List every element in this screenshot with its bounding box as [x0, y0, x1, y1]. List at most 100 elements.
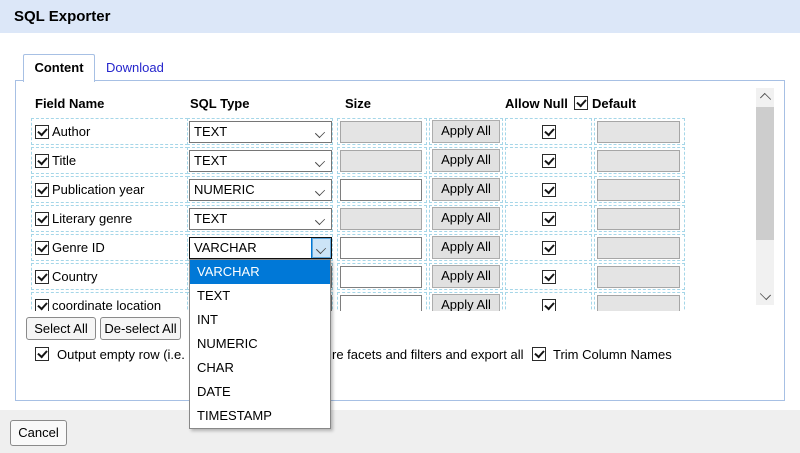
- size-input[interactable]: [340, 121, 422, 143]
- allow-null-cell: [505, 118, 592, 145]
- field-checkbox[interactable]: [35, 212, 49, 226]
- size-input[interactable]: [340, 237, 422, 259]
- field-checkbox[interactable]: [35, 154, 49, 168]
- size-cell: [337, 118, 427, 145]
- allow-null-checkbox[interactable]: [542, 241, 556, 255]
- size-cell: [337, 292, 427, 311]
- sql-type-select[interactable]: VARCHAR: [189, 237, 332, 259]
- chevron-down-icon: [315, 156, 325, 166]
- field-checkbox[interactable]: [35, 241, 49, 255]
- sql-type-select[interactable]: TEXT: [189, 121, 332, 143]
- allow-null-checkbox[interactable]: [542, 212, 556, 226]
- sql-exporter-dialog: SQL Exporter Content Download Field Name…: [0, 0, 800, 453]
- apply-all-button[interactable]: Apply All: [432, 294, 500, 311]
- allow-null-checkbox[interactable]: [542, 125, 556, 139]
- sql-type-cell: NUMERIC: [187, 176, 333, 203]
- apply-cell: Apply All: [429, 263, 503, 290]
- size-input[interactable]: [340, 295, 422, 312]
- apply-cell: Apply All: [429, 234, 503, 261]
- size-input[interactable]: [340, 208, 422, 230]
- vertical-scrollbar[interactable]: [756, 88, 774, 305]
- allow-null-checkbox[interactable]: [542, 183, 556, 197]
- table-row: Literary genre TEXT Apply All: [21, 204, 755, 233]
- cancel-button[interactable]: Cancel: [10, 420, 67, 446]
- dropdown-option[interactable]: CHAR: [190, 356, 330, 380]
- column-header-size: Size: [345, 96, 371, 111]
- output-empty-row-label-left: Output empty row (i.e.: [57, 347, 185, 362]
- default-cell: [594, 205, 685, 232]
- allow-null-checkbox[interactable]: [542, 270, 556, 284]
- output-empty-row-label-right: re facets and filters and export all: [332, 347, 524, 362]
- table-row: Genre ID VARCHAR Apply All: [21, 233, 755, 262]
- default-all-checkbox[interactable]: [574, 96, 588, 110]
- allow-null-cell: [505, 176, 592, 203]
- dropdown-option[interactable]: VARCHAR: [190, 260, 330, 284]
- output-empty-row-checkbox[interactable]: [35, 347, 49, 361]
- default-input[interactable]: [597, 208, 680, 230]
- default-cell: [594, 176, 685, 203]
- apply-cell: Apply All: [429, 205, 503, 232]
- field-name-cell: Country: [31, 263, 188, 290]
- tab-content[interactable]: Content: [23, 54, 95, 82]
- footer-bar: [0, 410, 800, 453]
- column-header-sql-type: SQL Type: [190, 96, 249, 111]
- dropdown-option[interactable]: TIMESTAMP: [190, 404, 330, 428]
- deselect-all-button[interactable]: De-select All: [100, 317, 181, 340]
- chevron-down-icon: [315, 185, 325, 195]
- apply-all-button[interactable]: Apply All: [432, 207, 500, 230]
- chevron-down-icon: [315, 214, 325, 224]
- default-cell: [594, 118, 685, 145]
- chevron-down-icon[interactable]: [760, 289, 771, 300]
- field-name-label: Title: [52, 153, 76, 168]
- column-header-field-name: Field Name: [35, 96, 104, 111]
- dropdown-option[interactable]: DATE: [190, 380, 330, 404]
- default-input[interactable]: [597, 266, 680, 288]
- size-cell: [337, 205, 427, 232]
- default-input[interactable]: [597, 121, 680, 143]
- sql-type-select[interactable]: TEXT: [189, 208, 332, 230]
- size-input[interactable]: [340, 150, 422, 172]
- apply-all-button[interactable]: Apply All: [432, 149, 500, 172]
- rows-viewport: Author TEXT Apply All: [21, 117, 755, 311]
- column-header-allow-null: Allow Null: [505, 96, 568, 111]
- field-checkbox[interactable]: [35, 270, 49, 284]
- trim-column-names-label: Trim Column Names: [553, 347, 672, 362]
- select-all-button[interactable]: Select All: [26, 317, 96, 340]
- sql-type-value: TEXT: [194, 124, 227, 139]
- field-name-cell: Author: [31, 118, 188, 145]
- allow-null-cell: [505, 263, 592, 290]
- allow-null-checkbox[interactable]: [542, 299, 556, 312]
- scrollbar-thumb[interactable]: [756, 107, 774, 240]
- table-row: Country Apply All: [21, 262, 755, 291]
- field-checkbox[interactable]: [35, 299, 49, 312]
- default-input[interactable]: [597, 179, 680, 201]
- apply-all-button[interactable]: Apply All: [432, 178, 500, 201]
- apply-cell: Apply All: [429, 118, 503, 145]
- dropdown-option[interactable]: TEXT: [190, 284, 330, 308]
- size-input[interactable]: [340, 179, 422, 201]
- dropdown-option[interactable]: INT: [190, 308, 330, 332]
- size-cell: [337, 176, 427, 203]
- allow-null-cell: [505, 292, 592, 311]
- sql-type-cell: TEXT: [187, 147, 333, 174]
- sql-type-value: TEXT: [194, 211, 227, 226]
- field-checkbox[interactable]: [35, 125, 49, 139]
- tab-download[interactable]: Download: [106, 60, 164, 75]
- apply-all-button[interactable]: Apply All: [432, 120, 500, 143]
- field-name-label: coordinate location: [52, 298, 161, 311]
- apply-all-button[interactable]: Apply All: [432, 236, 500, 259]
- default-input[interactable]: [597, 150, 680, 172]
- size-cell: [337, 147, 427, 174]
- dropdown-option[interactable]: NUMERIC: [190, 332, 330, 356]
- sql-type-cell: TEXT: [187, 118, 333, 145]
- sql-type-select[interactable]: NUMERIC: [189, 179, 332, 201]
- default-input[interactable]: [597, 237, 680, 259]
- chevron-up-icon[interactable]: [760, 93, 771, 104]
- allow-null-checkbox[interactable]: [542, 154, 556, 168]
- sql-type-select[interactable]: TEXT: [189, 150, 332, 172]
- field-checkbox[interactable]: [35, 183, 49, 197]
- size-input[interactable]: [340, 266, 422, 288]
- trim-column-names-checkbox[interactable]: [532, 347, 546, 361]
- apply-all-button[interactable]: Apply All: [432, 265, 500, 288]
- default-input[interactable]: [597, 295, 680, 312]
